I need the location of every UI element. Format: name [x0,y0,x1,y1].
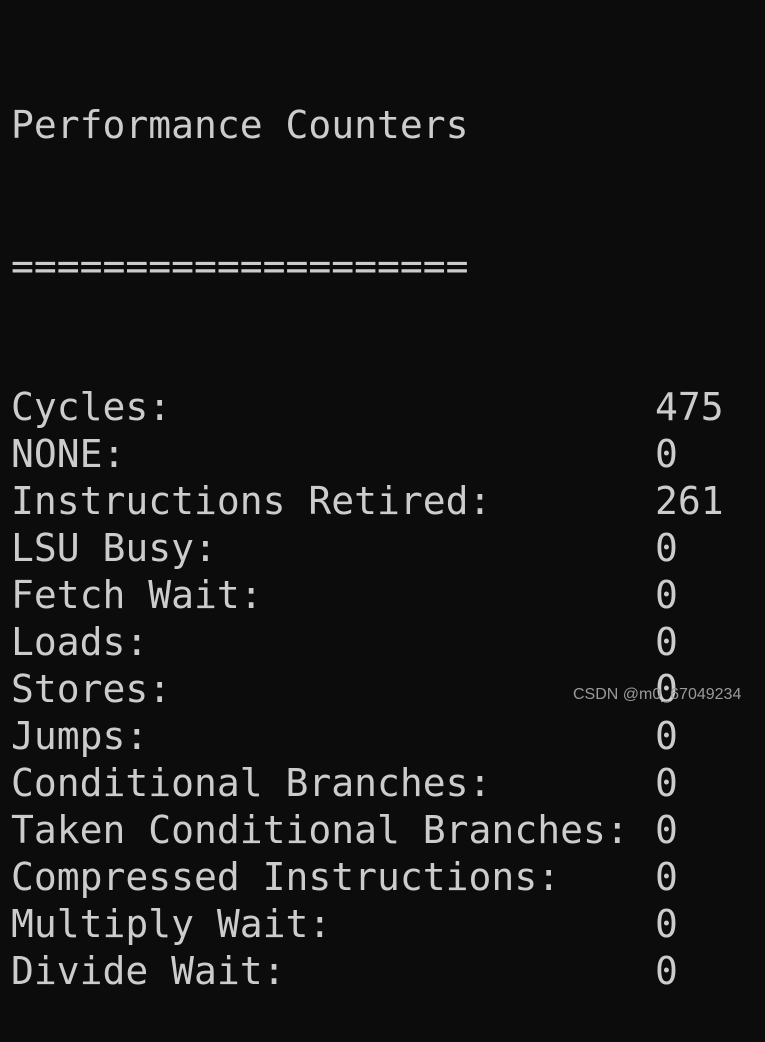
counter-row: Taken Conditional Branches: 0 [11,807,724,854]
counter-label: Jumps: [11,714,149,758]
counter-value: 475 [655,385,724,429]
counter-label: LSU Busy: [11,526,217,570]
counter-row: Conditional Branches: 0 [11,760,724,807]
counter-row: Instructions Retired: 261 [11,478,724,525]
terminal-output: Performance Counters ===================… [11,8,724,1042]
counter-value: 0 [655,432,678,476]
counter-row: Multiply Wait: 0 [11,901,724,948]
counter-value: 0 [655,714,678,758]
counter-row: LSU Busy: 0 [11,525,724,572]
counter-label: Instructions Retired: [11,479,492,523]
counter-value: 261 [655,479,724,523]
counter-label: Compressed Instructions: [11,855,561,899]
title-underline: ==================== [11,244,469,288]
counter-value: 0 [655,855,678,899]
counter-row: Fetch Wait: 0 [11,572,724,619]
counter-label: Fetch Wait: [11,573,263,617]
title: Performance Counters [11,103,469,147]
counter-value: 0 [655,949,678,993]
counter-value: 0 [655,761,678,805]
counter-value: 0 [655,526,678,570]
counter-label: Multiply Wait: [11,902,332,946]
counter-label: Cycles: [11,385,172,429]
counter-label: Loads: [11,620,149,664]
counter-row: Cycles: 475 [11,384,724,431]
counter-label: Taken Conditional Branches: [11,808,629,852]
counter-row: Compressed Instructions: 0 [11,854,724,901]
counter-label: Stores: [11,667,172,711]
counter-row: Divide Wait: 0 [11,948,724,995]
counter-label: Conditional Branches: [11,761,492,805]
counter-label: Divide Wait: [11,949,286,993]
counter-row: NONE: 0 [11,431,724,478]
counter-value: 0 [655,620,678,664]
counter-value: 0 [655,573,678,617]
counter-value: 0 [655,902,678,946]
counter-row: Jumps: 0 [11,713,724,760]
watermark: CSDN @m0_67049234 [573,686,742,703]
counter-label: NONE: [11,432,126,476]
counter-row: Loads: 0 [11,619,724,666]
counter-value: 0 [655,808,678,852]
